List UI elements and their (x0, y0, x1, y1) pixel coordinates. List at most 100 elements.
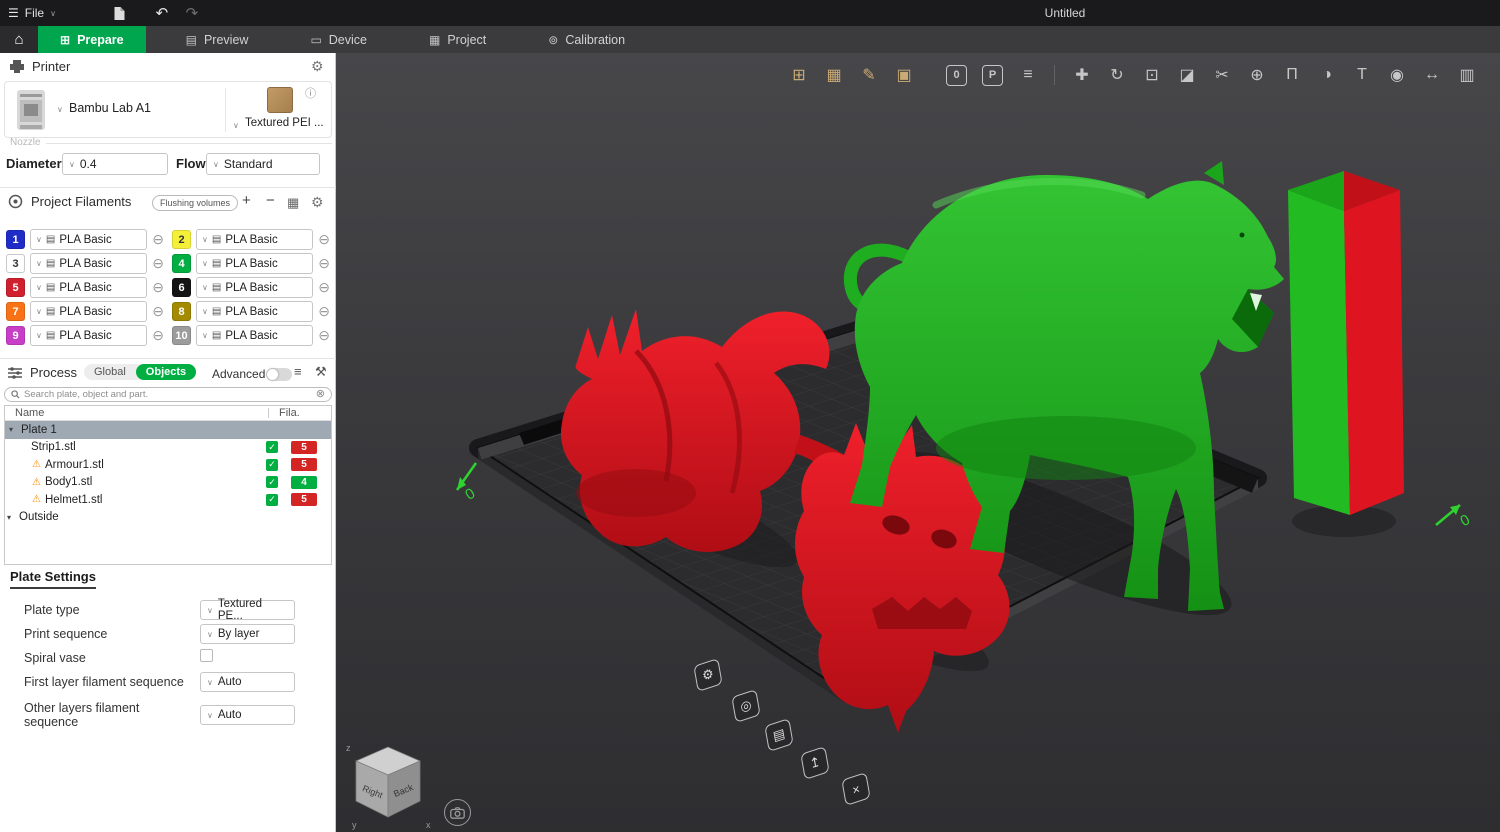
support-paint-icon[interactable]: Π (1277, 60, 1307, 90)
tab-preview[interactable]: ▤ Preview (164, 26, 271, 53)
menu-hamburger-icon[interactable]: ☰ (8, 6, 19, 20)
arrange-icon[interactable]: ▣ (889, 60, 919, 90)
filament-color-swatch[interactable]: 1 (6, 230, 25, 249)
other-layers-sequence-select[interactable]: ∨ Auto (200, 705, 295, 725)
printer-settings-gear-icon[interactable]: ⚙ (311, 58, 324, 75)
assembly-icon[interactable]: ▥ (1452, 60, 1482, 90)
tune-icon[interactable]: ⚒ (315, 364, 327, 380)
ams-sync-icon[interactable]: ▦ (287, 195, 299, 211)
minus-circle-icon[interactable]: ⊖ (152, 255, 164, 272)
filament-select[interactable]: ∨ ▤ PLA Basic (196, 253, 314, 274)
add-object-icon[interactable]: ⊞ (784, 60, 814, 90)
orientation-cube[interactable]: Right Back z y x (342, 735, 438, 831)
minus-circle-icon[interactable]: ⊖ (318, 327, 330, 344)
filament-color-swatch[interactable]: 6 (172, 278, 191, 297)
filament-group-icon[interactable]: P (982, 64, 1003, 86)
minus-circle-icon[interactable]: ⊖ (152, 231, 164, 248)
minus-circle-icon[interactable]: ⊖ (318, 255, 330, 272)
filament-select[interactable]: ∨ ▤ PLA Basic (196, 325, 314, 346)
mesh-boolean-icon[interactable]: ⊕ (1242, 60, 1272, 90)
rotate-icon[interactable]: ↻ (1102, 60, 1132, 90)
home-button[interactable]: ⌂ (0, 26, 38, 53)
diameter-select[interactable]: ∨ 0.4 (62, 153, 168, 175)
advanced-toggle[interactable] (266, 368, 292, 381)
visibility-checkbox[interactable]: ✓ (266, 441, 278, 454)
filament-color-swatch[interactable]: 10 (172, 326, 191, 345)
undo-button[interactable]: ↶ (150, 2, 174, 24)
visibility-checkbox[interactable]: ✓ (266, 458, 278, 471)
minus-circle-icon[interactable]: ⊖ (152, 327, 164, 344)
file-menu[interactable]: File (25, 6, 44, 20)
visibility-checkbox[interactable]: ✓ (266, 476, 278, 489)
minus-circle-icon[interactable]: ⊖ (152, 279, 164, 296)
filament-badge[interactable]: 5 (291, 493, 317, 507)
search-input[interactable] (24, 389, 312, 400)
move-icon[interactable]: ✚ (1067, 60, 1097, 90)
filament-select[interactable]: ∨ ▤ PLA Basic (30, 325, 148, 346)
plate-info-icon[interactable]: ⓘ (305, 85, 316, 101)
measure-icon[interactable]: ↔ (1417, 60, 1447, 90)
text-icon[interactable]: T (1347, 60, 1377, 90)
expand-list-icon[interactable]: ≡ (294, 364, 302, 379)
minus-circle-icon[interactable]: ⊖ (318, 279, 330, 296)
filament-color-swatch[interactable]: 4 (172, 254, 191, 273)
filament-select[interactable]: ∨ ▤ PLA Basic (30, 301, 148, 322)
add-filament-button[interactable]: + (242, 192, 251, 209)
tree-row-outside[interactable]: ▾ Outside (5, 509, 331, 527)
filament-badge[interactable]: 4 (291, 475, 317, 489)
visibility-checkbox[interactable]: ✓ (266, 493, 278, 506)
filament-color-swatch[interactable]: 5 (6, 278, 25, 297)
spiral-vase-checkbox[interactable] (200, 649, 213, 662)
plate-type-setting-select[interactable]: ∨ Textured PE... (200, 598, 295, 622)
filament-select[interactable]: ∨ ▤ PLA Basic (196, 229, 314, 250)
filament-select[interactable]: ∨ ▤ PLA Basic (196, 301, 314, 322)
minus-circle-icon[interactable]: ⊖ (318, 231, 330, 248)
seam-paint-icon[interactable]: ◉ (1382, 60, 1412, 90)
objects-segment-button[interactable]: Objects (135, 364, 197, 380)
flow-select[interactable]: ∨ Standard (206, 153, 320, 175)
viewport-3d[interactable]: 0 0 ⊞ ▦ ✎ ▣ 0 P ≡ ✚ ↻ ⊡ ◪ ✂ ⊕ Π ◑ T ◉ ↔ … (336, 53, 1500, 832)
tree-row-object[interactable]: ⚠ Armour1.stl ✓ 5 (5, 456, 331, 474)
plate-type-select[interactable]: Textured PEI ... (245, 117, 324, 129)
plate-type-thumbnail[interactable] (267, 87, 293, 113)
filament-select[interactable]: ∨ ▤ PLA Basic (196, 277, 314, 298)
filament-color-swatch[interactable]: 7 (6, 302, 25, 321)
filament-settings-gear-icon[interactable]: ⚙ (311, 194, 324, 211)
filament-color-swatch[interactable]: 3 (6, 254, 25, 273)
remove-filament-button[interactable]: − (266, 192, 275, 209)
scene-canvas[interactable]: 0 0 (336, 53, 1500, 832)
cut-icon[interactable]: ✂ (1207, 60, 1237, 90)
filament-select[interactable]: ∨ ▤ PLA Basic (30, 253, 148, 274)
first-layer-sequence-select[interactable]: ∨ Auto (200, 672, 295, 692)
filament-select[interactable]: ∨ ▤ PLA Basic (30, 277, 148, 298)
tree-row-plate[interactable]: ▾ Plate 1 (5, 421, 331, 439)
scale-icon[interactable]: ⊡ (1137, 60, 1167, 90)
tree-row-object[interactable]: Strip1.stl ✓ 5 (5, 439, 331, 457)
tab-project[interactable]: ▦ Project (407, 26, 508, 53)
color-paint-icon[interactable]: ◑ (1312, 60, 1342, 90)
fill-color-icon[interactable]: 0 (946, 64, 967, 86)
file-menu-caret-icon[interactable]: ∨ (50, 9, 56, 18)
print-sequence-select[interactable]: ∨ By layer (200, 624, 295, 644)
tab-device[interactable]: ▭ Device (288, 26, 389, 53)
flushing-volumes-button[interactable]: Flushing volumes (152, 195, 239, 211)
add-plate-icon[interactable]: ▦ (819, 60, 849, 90)
tab-prepare[interactable]: ⊞ Prepare (38, 26, 146, 53)
minus-circle-icon[interactable]: ⊖ (152, 303, 164, 320)
minus-circle-icon[interactable]: ⊖ (318, 303, 330, 320)
tree-row-object[interactable]: ⚠ Body1.stl ✓ 4 (5, 474, 331, 492)
printer-name-select[interactable]: Bambu Lab A1 (69, 101, 151, 115)
camera-snapshot-button[interactable] (444, 799, 471, 826)
tree-row-object[interactable]: ⚠ Helmet1.stl ✓ 5 (5, 491, 331, 509)
collapse-chevron-icon[interactable]: ▾ (9, 425, 21, 434)
objects-list-icon[interactable]: ≡ (1013, 60, 1043, 90)
filament-badge[interactable]: 5 (291, 458, 317, 472)
filament-color-swatch[interactable]: 2 (172, 230, 191, 249)
prime-tower-model[interactable] (1288, 171, 1404, 515)
global-segment-button[interactable]: Global (84, 364, 136, 380)
open-file-icon[interactable] (108, 2, 132, 24)
redo-button[interactable]: ↷ (180, 2, 204, 24)
search-clear-icon[interactable]: ⊗ (316, 389, 325, 400)
filament-badge[interactable]: 5 (291, 440, 317, 454)
lay-flat-icon[interactable]: ◪ (1172, 60, 1202, 90)
